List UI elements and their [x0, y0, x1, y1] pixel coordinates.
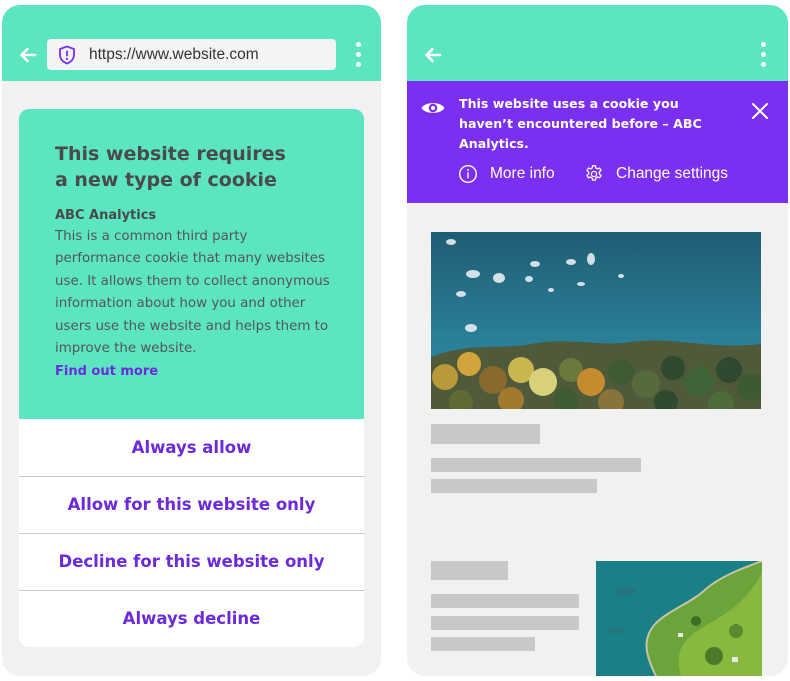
cookie-prompt-header: This website requires a new type of cook…: [19, 109, 364, 419]
more-info-button[interactable]: More info: [458, 163, 555, 185]
text-placeholder: [431, 458, 641, 472]
shield-icon[interactable]: [57, 45, 77, 65]
settings-gear-icon: [586, 165, 602, 181]
aerial-coast-image: [431, 232, 761, 409]
cookie-banner: This website uses a cookie you haven’t e…: [407, 81, 788, 203]
cookie-prompt-title: This website requires a new type of cook…: [55, 143, 286, 191]
phone-right: This website uses a cookie you haven’t e…: [407, 5, 788, 676]
find-out-more-link[interactable]: Find out more: [55, 362, 158, 382]
decline-this-website-button[interactable]: Decline for this website only: [19, 533, 364, 589]
browser-toolbar-right: [407, 5, 788, 81]
address-bar[interactable]: https://www.website.com: [47, 39, 336, 70]
cookie-description: This is a common third party performance…: [55, 229, 330, 357]
cookie-banner-message: This website uses a cookie you haven’t e…: [459, 96, 702, 151]
title-placeholder: [431, 424, 540, 444]
cookie-prompt-card: This website requires a new type of cook…: [19, 109, 364, 647]
title-placeholder: [431, 561, 508, 580]
close-icon[interactable]: [751, 102, 769, 120]
more-vertical-icon[interactable]: [356, 42, 362, 70]
text-placeholder: [431, 637, 535, 651]
more-vertical-icon[interactable]: [761, 42, 767, 70]
back-arrow-icon[interactable]: [423, 45, 443, 65]
always-decline-button[interactable]: Always decline: [19, 590, 364, 646]
back-arrow-icon[interactable]: [18, 45, 38, 65]
cookie-name: ABC Analytics: [55, 208, 157, 223]
text-placeholder: [431, 479, 597, 493]
eye-icon: [421, 103, 445, 113]
more-info-label: More info: [490, 165, 555, 182]
text-placeholder: [431, 616, 579, 630]
browser-toolbar: https://www.website.com: [2, 5, 381, 81]
allow-this-website-button[interactable]: Allow for this website only: [19, 476, 364, 532]
info-icon: [458, 164, 478, 184]
url-text: https://www.website.com: [89, 46, 259, 63]
always-allow-button[interactable]: Always allow: [19, 419, 364, 475]
change-settings-button[interactable]: Change settings: [584, 163, 728, 185]
text-placeholder: [431, 594, 579, 608]
aerial-island-image: [596, 561, 762, 676]
phone-left: https://www.website.com This website req…: [2, 5, 381, 676]
change-settings-label: Change settings: [616, 165, 729, 182]
